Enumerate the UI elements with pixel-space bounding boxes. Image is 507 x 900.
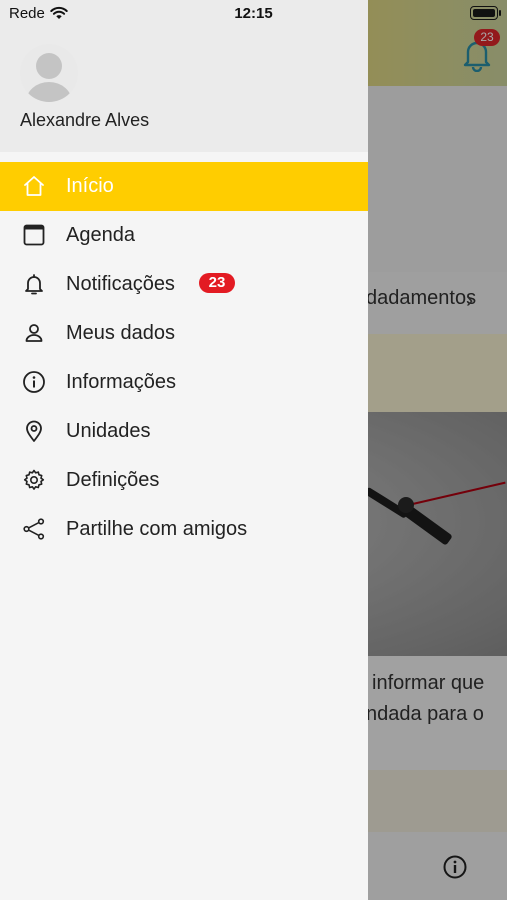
menu-item-agenda[interactable]: Agenda bbox=[0, 211, 368, 260]
notification-count-badge: 23 bbox=[199, 273, 235, 293]
share-icon bbox=[23, 518, 45, 540]
person-silhouette-icon bbox=[26, 53, 72, 102]
menu-item-label: Informações bbox=[66, 371, 177, 393]
menu-item-notificacoes[interactable]: Notificações 23 bbox=[0, 260, 368, 309]
menu-item-label: Notificações bbox=[66, 273, 175, 295]
calendar-icon bbox=[23, 224, 45, 246]
gear-icon bbox=[23, 469, 45, 490]
location-pin-icon bbox=[26, 420, 42, 442]
drawer-scrim[interactable] bbox=[368, 0, 507, 900]
status-time: 12:15 bbox=[234, 5, 273, 22]
menu-item-definicoes[interactable]: Definições bbox=[0, 456, 368, 505]
home-icon bbox=[24, 176, 44, 196]
menu-item-label: Partilhe com amigos bbox=[66, 518, 248, 540]
side-drawer: Rede 12:15 Alexandre Alves Início Agenda bbox=[0, 0, 368, 900]
menu-item-unidades[interactable]: Unidades bbox=[0, 407, 368, 456]
menu-item-label: Agenda bbox=[66, 224, 135, 246]
user-name: Alexandre Alves bbox=[20, 110, 150, 130]
info-icon bbox=[23, 371, 45, 393]
bell-icon bbox=[25, 274, 43, 295]
menu-item-label: Início bbox=[66, 175, 114, 197]
avatar[interactable] bbox=[20, 44, 78, 102]
menu-item-informacoes[interactable]: Informações bbox=[0, 358, 368, 407]
menu-item-inicio[interactable]: Início bbox=[0, 162, 368, 211]
person-icon bbox=[25, 324, 43, 342]
drawer-menu: Início Agenda Notificações 23 Meus dados… bbox=[0, 162, 368, 554]
menu-item-label: Unidades bbox=[66, 420, 151, 442]
menu-item-meus-dados[interactable]: Meus dados bbox=[0, 309, 368, 358]
menu-item-label: Definições bbox=[66, 469, 160, 491]
menu-item-partilhe[interactable]: Partilhe com amigos bbox=[0, 505, 368, 554]
menu-item-label: Meus dados bbox=[66, 322, 175, 344]
